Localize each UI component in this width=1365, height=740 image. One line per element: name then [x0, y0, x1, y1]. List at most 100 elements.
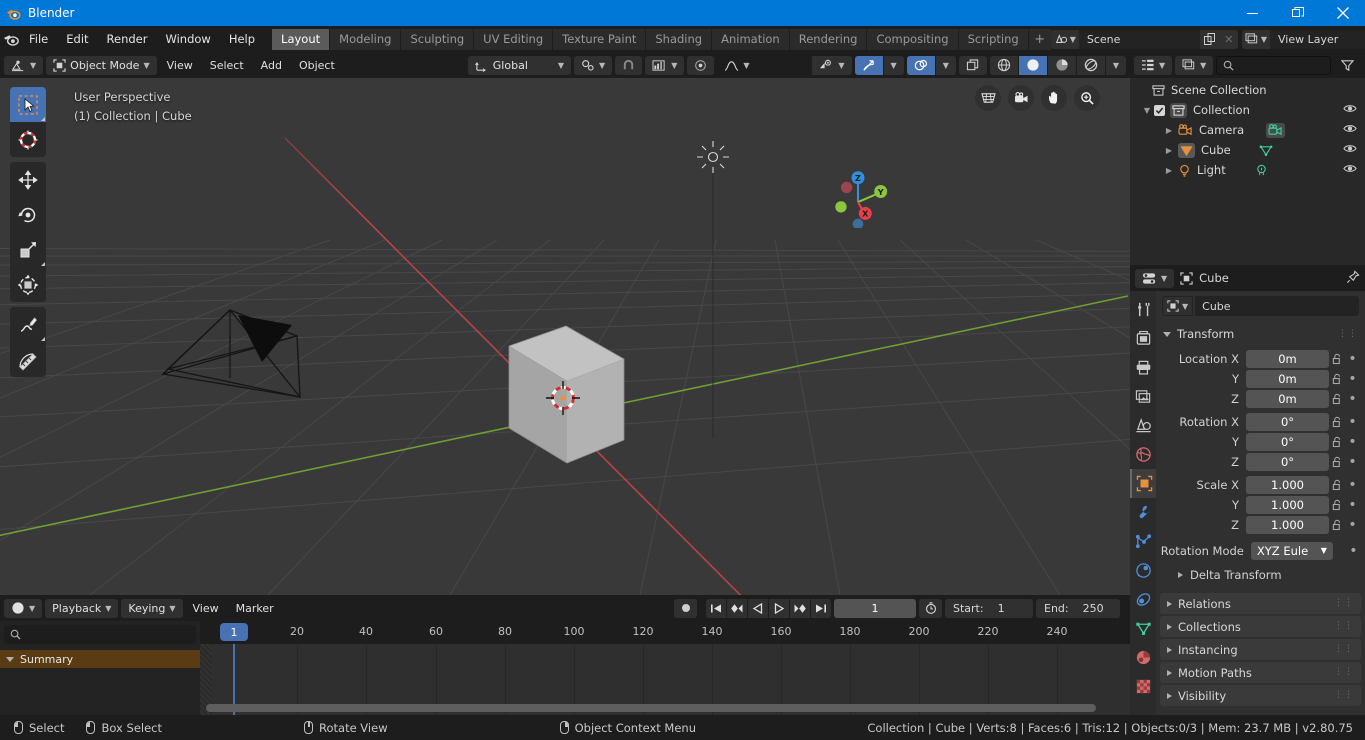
view-layer-name[interactable]: View Layer: [1271, 29, 1365, 49]
light-data-icon[interactable]: [1255, 164, 1268, 177]
lock-icon[interactable]: [1329, 479, 1346, 491]
transform-orientation-dropdown[interactable]: Global ▼: [467, 55, 572, 75]
timeline-menu-keying[interactable]: Keying ▼: [121, 598, 183, 618]
workspace-tab-compositing[interactable]: Compositing: [867, 28, 959, 50]
outliner-row-camera[interactable]: ▶ Camera: [1130, 120, 1365, 140]
pin-icon[interactable]: [1346, 269, 1360, 287]
properties-tab-scene[interactable]: [1130, 411, 1156, 440]
location-z-field[interactable]: 0m: [1246, 389, 1329, 408]
scene-browse-icon[interactable]: ▼: [1050, 29, 1080, 49]
toggle-perspective-icon[interactable]: [975, 85, 1001, 111]
workspace-tab-shading[interactable]: Shading: [646, 28, 713, 50]
scale-z-field[interactable]: 1.000: [1246, 515, 1329, 534]
viewport-menu-object[interactable]: Object: [292, 56, 342, 75]
properties-editor-type-button[interactable]: ▼: [1135, 268, 1175, 288]
jump-to-end-button[interactable]: [811, 598, 831, 618]
visibility-panel-header[interactable]: Visibility ⋮⋮: [1160, 685, 1361, 706]
timeline-keyframe-grid[interactable]: [200, 644, 1130, 715]
pan-view-icon[interactable]: [1041, 85, 1067, 111]
lock-icon[interactable]: [1329, 353, 1346, 365]
timeline-ruler[interactable]: 20 40 60 80 100 120 140 160 180 200 220 …: [200, 621, 1130, 644]
properties-tab-material[interactable]: [1130, 643, 1156, 672]
menu-file[interactable]: File: [20, 29, 57, 49]
properties-tab-tool[interactable]: [1130, 295, 1156, 324]
falloff-curve-dropdown[interactable]: ▼: [717, 56, 756, 75]
motion-paths-panel-header[interactable]: Motion Paths ⋮⋮: [1160, 662, 1361, 683]
object-types-visibility-button[interactable]: ▼: [812, 55, 852, 75]
hide-in-viewport-icon[interactable]: [1343, 163, 1357, 177]
outliner-row-collection[interactable]: ▼ Collection: [1130, 100, 1365, 120]
outliner-editor-type-button[interactable]: ▼: [1134, 55, 1173, 75]
properties-tab-render[interactable]: [1130, 324, 1156, 353]
object-name-field[interactable]: Cube: [1195, 296, 1359, 316]
rotation-mode-dropdown[interactable]: XYZ Eule ▼: [1250, 541, 1333, 560]
xray-toggle-button[interactable]: [958, 55, 987, 75]
mesh-data-icon[interactable]: [1259, 144, 1273, 157]
current-frame-indicator[interactable]: 1: [220, 623, 248, 641]
timeline-track-area[interactable]: 20 40 60 80 100 120 140 160 180 200 220 …: [200, 621, 1130, 715]
proportional-toggle-button[interactable]: [687, 55, 715, 75]
minimize-button[interactable]: [1230, 0, 1275, 26]
workspace-tab-sculpting[interactable]: Sculpting: [401, 28, 475, 50]
rotation-x-field[interactable]: 0°: [1246, 412, 1329, 431]
new-scene-button[interactable]: [1199, 29, 1220, 49]
close-button[interactable]: [1320, 0, 1365, 26]
lock-icon[interactable]: [1329, 393, 1346, 405]
scale-tool[interactable]: [10, 232, 46, 267]
start-frame-field[interactable]: Start: 1: [945, 598, 1033, 618]
workspace-tab-rendering[interactable]: Rendering: [789, 28, 868, 50]
delta-transform-subpanel[interactable]: Delta Transform: [1156, 564, 1365, 585]
chevron-right-icon[interactable]: ▶: [1162, 146, 1176, 155]
outliner-search-input[interactable]: [1216, 55, 1331, 75]
shading-rendered-button[interactable]: [1076, 55, 1105, 75]
outliner-row-light[interactable]: ▶ Light: [1130, 160, 1365, 180]
outliner-filter-button[interactable]: [1334, 56, 1361, 75]
channel-summary-row[interactable]: Summary: [0, 650, 200, 668]
properties-tab-object-data[interactable]: [1130, 614, 1156, 643]
gizmo-options-dropdown[interactable]: ▼: [883, 55, 904, 75]
camera-view-icon[interactable]: [1008, 85, 1034, 111]
chevron-down-icon[interactable]: ▼: [1140, 106, 1154, 115]
current-frame-field[interactable]: 1: [834, 598, 916, 618]
rotation-y-field[interactable]: 0°: [1246, 432, 1329, 451]
blender-menu-icon[interactable]: [3, 28, 20, 50]
camera-data-icon[interactable]: [1266, 122, 1286, 138]
viewport-menu-select[interactable]: Select: [203, 56, 251, 75]
outliner-row-cube[interactable]: ▶ Cube: [1130, 140, 1365, 160]
menu-help[interactable]: Help: [220, 29, 264, 49]
chevron-right-icon[interactable]: ▶: [1162, 126, 1176, 135]
jump-to-start-button[interactable]: [706, 598, 726, 618]
properties-tab-constraints[interactable]: [1130, 585, 1156, 614]
location-x-field[interactable]: 0m: [1246, 349, 1329, 368]
properties-tab-particles[interactable]: [1130, 527, 1156, 556]
viewport-menu-view[interactable]: View: [160, 56, 200, 75]
workspace-tab-scripting[interactable]: Scripting: [958, 28, 1029, 50]
outliner-display-mode-dropdown[interactable]: ▼: [1175, 55, 1214, 75]
lock-icon[interactable]: [1329, 519, 1346, 531]
relations-panel-header[interactable]: Relations ⋮⋮: [1160, 593, 1361, 614]
menu-render[interactable]: Render: [98, 29, 157, 49]
location-y-field[interactable]: 0m: [1246, 369, 1329, 388]
workspace-tab-layout[interactable]: Layout: [272, 28, 331, 50]
lock-icon[interactable]: [1329, 436, 1346, 448]
overlays-options-dropdown[interactable]: ▼: [935, 55, 956, 75]
interaction-mode-dropdown[interactable]: Object Mode ▼: [46, 55, 157, 75]
shading-material-preview-button[interactable]: [1047, 55, 1076, 75]
properties-tab-world[interactable]: [1130, 440, 1156, 469]
lock-icon[interactable]: [1329, 456, 1346, 468]
timeline-menu-view[interactable]: View: [186, 599, 226, 618]
auto-keying-button[interactable]: [674, 598, 697, 618]
add-workspace-button[interactable]: +: [1028, 28, 1051, 50]
end-frame-field[interactable]: End: 250: [1036, 598, 1120, 618]
collections-panel-header[interactable]: Collections ⋮⋮: [1160, 616, 1361, 637]
chevron-right-icon[interactable]: ▶: [1162, 166, 1176, 175]
timeline-menu-playback[interactable]: Playback ▼: [45, 598, 119, 618]
timeline-horizontal-scrollbar[interactable]: [206, 704, 1096, 712]
cursor-tool[interactable]: [10, 122, 46, 157]
scene-name[interactable]: Scene: [1079, 29, 1200, 49]
workspace-tab-animation[interactable]: Animation: [712, 28, 790, 50]
rotation-z-field[interactable]: 0°: [1246, 452, 1329, 471]
use-preview-range-button[interactable]: [919, 598, 942, 618]
show-gizmo-button[interactable]: [854, 55, 883, 75]
maximize-button[interactable]: [1275, 0, 1320, 26]
